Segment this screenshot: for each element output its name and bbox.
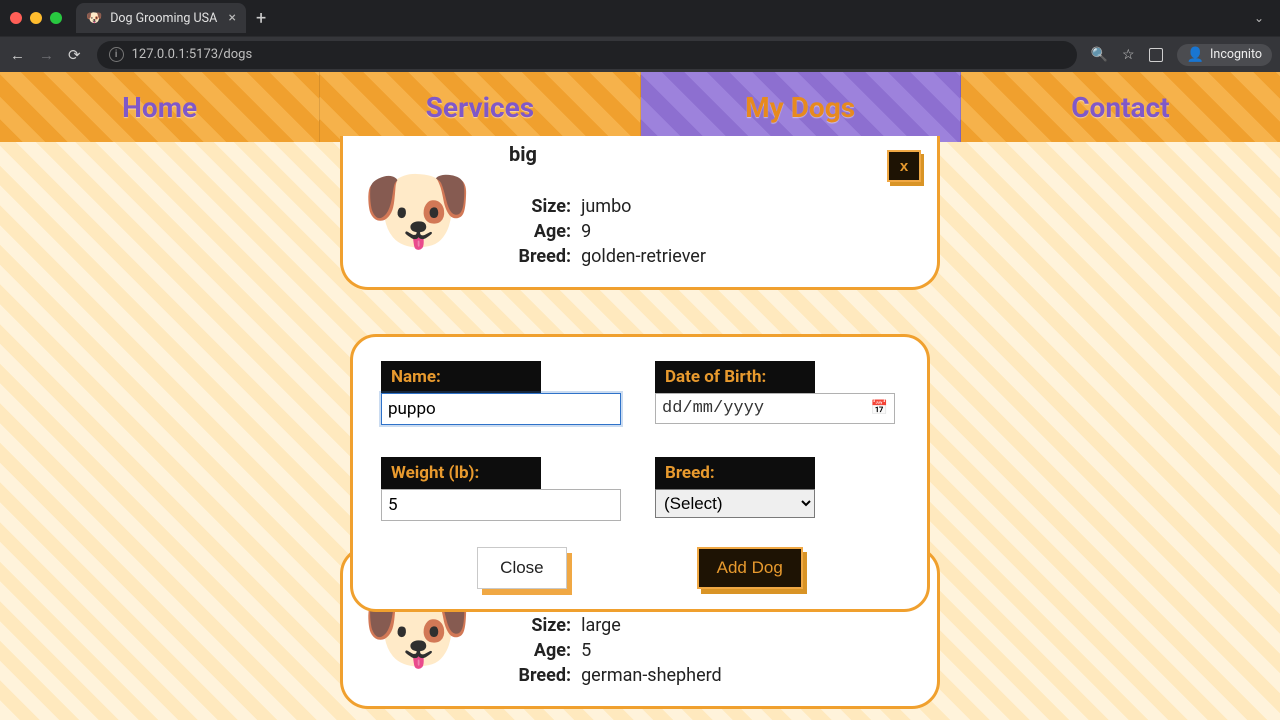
field-name: Name: <box>381 361 625 425</box>
close-icon: x <box>900 158 908 175</box>
browser-toolbar: ← → ⟳ i 127.0.0.1:5173/dogs 🔍 ☆ 👤 Incogn… <box>0 36 1280 72</box>
browser-titlebar: 🐶 Dog Grooming USA × + ⌄ <box>0 0 1280 36</box>
nav-home[interactable]: Home <box>0 72 320 142</box>
search-page-icon[interactable]: 🔍 <box>1091 47 1108 63</box>
dob-placeholder: dd/mm/yyyy <box>662 399 764 418</box>
new-tab-button[interactable]: + <box>256 8 266 29</box>
stat-label-breed: Breed: <box>501 246 571 267</box>
name-label: Name: <box>381 361 541 393</box>
dog-name: big <box>509 142 919 166</box>
nav-my-dogs-label: My Dogs <box>745 91 855 124</box>
nav-services-label: Services <box>426 91 535 124</box>
dog-stats: Size: jumbo Age: 9 Breed: golden-retriev… <box>501 196 706 271</box>
window-close-icon[interactable] <box>10 12 22 24</box>
field-breed: Breed: (Select) <box>655 457 899 521</box>
dob-label: Date of Birth: <box>655 361 815 393</box>
field-dob: Date of Birth: dd/mm/yyyy 📅 <box>655 361 899 425</box>
dog-stats: Size: large Age: 5 Breed: german-shepher… <box>501 615 722 690</box>
nav-contact-label: Contact <box>1071 91 1169 124</box>
tab-close-icon[interactable]: × <box>229 10 236 26</box>
weight-label: Weight (lb): <box>381 457 541 489</box>
incognito-label: Incognito <box>1210 47 1262 62</box>
breed-label: Breed: <box>655 457 815 489</box>
dog-card: big x 🐶 Size: jumbo Age: 9 Breed: <box>340 136 940 290</box>
calendar-icon[interactable]: 📅 <box>871 400 888 417</box>
dog-avatar-icon: 🐶 <box>361 166 473 256</box>
weight-input[interactable] <box>381 489 621 521</box>
site-info-icon[interactable]: i <box>109 47 124 62</box>
stat-value-age: 5 <box>581 640 591 661</box>
stat-label-breed: Breed: <box>501 665 571 686</box>
nav-back-icon[interactable]: ← <box>10 46 25 64</box>
address-bar[interactable]: i 127.0.0.1:5173/dogs <box>97 41 1077 69</box>
tab-title: Dog Grooming USA <box>110 11 217 26</box>
bookmark-icon[interactable]: ☆ <box>1122 47 1135 63</box>
toolbar-right: 🔍 ☆ 👤 Incognito ⋮ <box>1091 44 1280 66</box>
stat-label-size: Size: <box>501 196 571 217</box>
incognito-icon: 👤 <box>1187 47 1204 63</box>
dialog-add-dog-button[interactable]: Add Dog <box>697 547 803 589</box>
name-input[interactable] <box>381 393 621 425</box>
stat-value-age: 9 <box>581 221 591 242</box>
browser-tab[interactable]: 🐶 Dog Grooming USA × <box>76 3 246 33</box>
close-label: Close <box>500 558 543 577</box>
main-nav: Home Services My Dogs Contact <box>0 72 1280 142</box>
incognito-badge: 👤 Incognito <box>1177 44 1272 66</box>
field-weight: Weight (lb): <box>381 457 625 521</box>
stat-value-breed: german-shepherd <box>581 665 722 686</box>
stat-value-size: large <box>581 615 621 636</box>
browser-chrome: 🐶 Dog Grooming USA × + ⌄ ← → ⟳ i 127.0.0… <box>0 0 1280 72</box>
add-dog-dialog: Name: Date of Birth: dd/mm/yyyy 📅 Weight… <box>350 334 930 612</box>
dob-input[interactable]: dd/mm/yyyy 📅 <box>655 393 895 424</box>
stat-label-age: Age: <box>501 640 571 661</box>
delete-dog-button[interactable]: x <box>887 150 921 182</box>
stat-value-breed: golden-retriever <box>581 246 706 267</box>
tabs-overflow-icon[interactable]: ⌄ <box>1254 11 1270 25</box>
stat-value-size: jumbo <box>581 196 631 217</box>
tab-favicon-icon: 🐶 <box>86 12 102 25</box>
window-minimize-icon[interactable] <box>30 12 42 24</box>
dialog-add-label: Add Dog <box>717 558 783 577</box>
stat-label-age: Age: <box>501 221 571 242</box>
breed-select[interactable]: (Select) <box>655 489 815 518</box>
page-viewport: Home Services My Dogs Contact big x 🐶 Si… <box>0 72 1280 720</box>
nav-services[interactable]: Services <box>320 72 640 142</box>
nav-forward-icon: → <box>39 46 54 64</box>
extensions-icon[interactable] <box>1149 48 1163 62</box>
window-controls <box>10 12 62 24</box>
nav-contact[interactable]: Contact <box>961 72 1280 142</box>
url-text: 127.0.0.1:5173/dogs <box>132 47 253 62</box>
dialog-close-button[interactable]: Close <box>477 547 566 589</box>
window-maximize-icon[interactable] <box>50 12 62 24</box>
nav-my-dogs[interactable]: My Dogs <box>641 72 961 142</box>
nav-reload-icon[interactable]: ⟳ <box>68 46 81 64</box>
nav-home-label: Home <box>122 91 197 124</box>
stat-label-size: Size: <box>501 615 571 636</box>
